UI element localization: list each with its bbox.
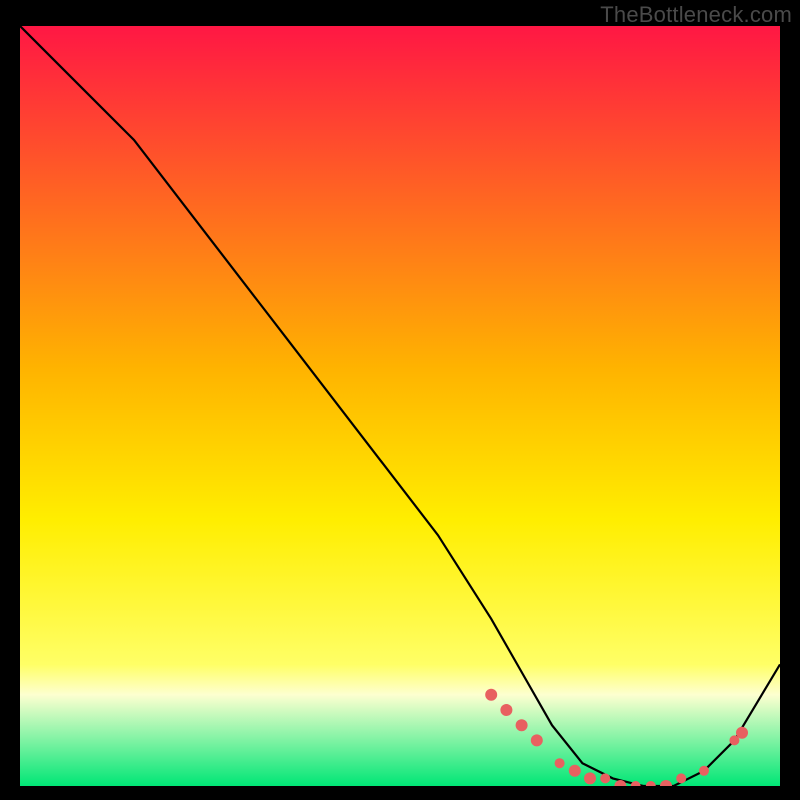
data-marker xyxy=(555,758,565,768)
data-marker xyxy=(736,727,748,739)
data-marker xyxy=(531,734,543,746)
chart-frame: TheBottleneck.com xyxy=(0,0,800,800)
data-marker xyxy=(584,772,596,784)
data-marker xyxy=(676,773,686,783)
bottleneck-chart xyxy=(20,26,780,786)
data-marker xyxy=(569,765,581,777)
data-marker xyxy=(699,766,709,776)
watermark-text: TheBottleneck.com xyxy=(600,2,792,28)
data-marker xyxy=(516,719,528,731)
data-marker xyxy=(485,689,497,701)
data-marker xyxy=(500,704,512,716)
data-marker xyxy=(600,773,610,783)
